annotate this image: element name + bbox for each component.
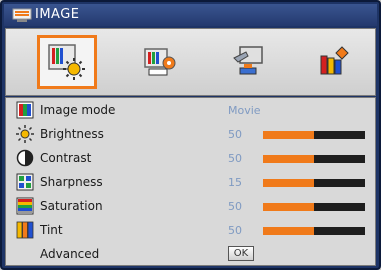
- saturation-value: 50: [228, 200, 242, 213]
- contrast-row[interactable]: Contrast 50: [6, 148, 375, 170]
- tint-value: 50: [228, 224, 242, 237]
- image-mode-value: Movie: [228, 104, 261, 117]
- tint-slider-fill: [263, 227, 314, 235]
- options-icon: [320, 46, 349, 75]
- saturation-icon: [16, 197, 34, 215]
- sharpness-label: Sharpness: [40, 175, 103, 189]
- tint-icon: [16, 221, 34, 239]
- brightness-value: 50: [228, 128, 242, 141]
- tint-row[interactable]: Tint 50: [6, 220, 375, 242]
- title-bar: IMAGE: [4, 4, 377, 26]
- advanced-ok-button[interactable]: OK: [228, 246, 254, 261]
- tab-setup[interactable]: [218, 35, 278, 89]
- saturation-slider[interactable]: [263, 203, 365, 211]
- contrast-icon: [16, 149, 34, 167]
- image-mode-label: Image mode: [40, 103, 116, 117]
- brightness-slider[interactable]: [263, 131, 365, 139]
- tab-image[interactable]: [37, 35, 97, 89]
- advanced-label: Advanced: [40, 247, 100, 261]
- sharpness-icon: [16, 173, 34, 191]
- tint-slider[interactable]: [263, 227, 365, 235]
- brightness-slider-fill: [263, 131, 314, 139]
- brightness-label: Brightness: [40, 127, 104, 141]
- menu-tabs: [5, 28, 376, 96]
- saturation-slider-fill: [263, 203, 314, 211]
- tint-label: Tint: [40, 223, 63, 237]
- image-mode-row[interactable]: Image mode Movie: [6, 100, 375, 122]
- contrast-slider[interactable]: [263, 155, 365, 163]
- tab-display[interactable]: [129, 35, 189, 89]
- advanced-row[interactable]: Advanced OK: [6, 244, 375, 266]
- contrast-value: 50: [228, 152, 242, 165]
- display-settings-icon: [144, 48, 176, 76]
- contrast-slider-fill: [263, 155, 314, 163]
- saturation-row[interactable]: Saturation 50: [6, 196, 375, 218]
- sharpness-value: 15: [228, 176, 242, 189]
- setup-icon: [233, 46, 263, 75]
- tab-options[interactable]: [303, 35, 363, 89]
- image-mode-icon: [16, 101, 34, 119]
- sharpness-slider[interactable]: [263, 179, 365, 187]
- image-settings-icon: [48, 44, 85, 80]
- sharpness-row[interactable]: Sharpness 15: [6, 172, 375, 194]
- brightness-row[interactable]: Brightness 50: [6, 124, 375, 146]
- brightness-icon: [16, 125, 34, 143]
- saturation-label: Saturation: [40, 199, 103, 213]
- osd-menu: IMAGE Image mode Movie Brightness 50 Con…: [0, 0, 381, 270]
- image-menu-icon: [12, 8, 32, 22]
- window-title: IMAGE: [35, 7, 80, 22]
- image-settings-panel: Image mode Movie Brightness 50 Contrast …: [5, 97, 376, 266]
- sharpness-slider-fill: [263, 179, 314, 187]
- contrast-label: Contrast: [40, 151, 92, 165]
